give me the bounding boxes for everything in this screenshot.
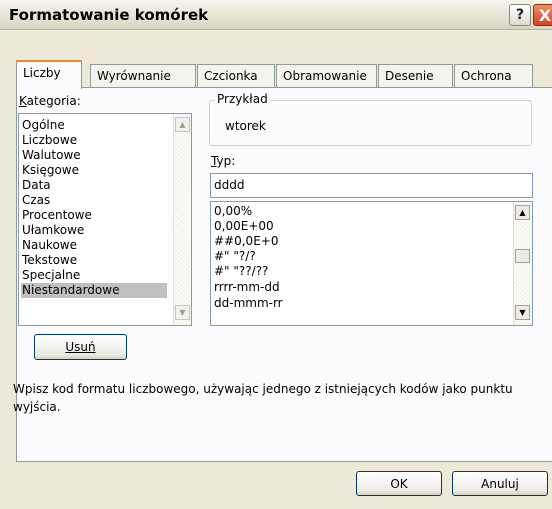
scroll-down-icon[interactable]: ▼	[175, 305, 190, 320]
list-item[interactable]: Ułamkowe	[21, 223, 84, 238]
list-item[interactable]: Naukowe	[21, 238, 77, 253]
sample-label: Przykład	[215, 92, 270, 106]
scroll-up-icon[interactable]: ▲	[515, 205, 530, 220]
close-button[interactable]: X	[533, 4, 552, 26]
tab-czcionka[interactable]: Czcionka	[197, 64, 275, 88]
format-listbox[interactable]: 0,00% 0,00E+00 ##0,0E+0 #" "?/? #" "??/?…	[210, 201, 533, 326]
type-label-text: yp:	[216, 154, 236, 168]
type-input[interactable]: dddd	[210, 173, 533, 198]
tab-ochrona[interactable]: Ochrona	[454, 64, 533, 88]
category-scrollbar[interactable]: ▲ ▼	[173, 114, 191, 325]
list-item[interactable]: Liczbowe	[21, 133, 77, 148]
list-item[interactable]: Księgowe	[21, 163, 79, 178]
list-item[interactable]: Procentowe	[21, 208, 92, 223]
delete-button-label: Usuń	[65, 340, 96, 354]
cancel-button-label: Anuluj	[481, 476, 519, 491]
category-label: Kategoria:	[19, 94, 81, 108]
list-item[interactable]: Ogólne	[21, 118, 65, 133]
format-scrollbar[interactable]: ▲ ▼	[513, 202, 532, 325]
tab-liczby[interactable]: Liczby	[16, 60, 82, 89]
type-label: Typ:	[211, 154, 236, 168]
list-item[interactable]: Walutowe	[21, 148, 81, 163]
title-bar[interactable]: Formatowanie komórek ? X	[0, 0, 552, 30]
scroll-up-icon[interactable]: ▲	[175, 117, 190, 132]
format-description: Wpisz kod formatu liczbowego, używając j…	[13, 382, 513, 414]
help-icon: ?	[515, 7, 525, 23]
cancel-button[interactable]: Anuluj	[452, 471, 548, 496]
ok-button-label: OK	[390, 476, 408, 491]
list-item[interactable]: Specjalne	[21, 268, 80, 283]
list-item[interactable]: rrrr-mm-dd	[213, 280, 280, 295]
scroll-thumb[interactable]	[515, 249, 530, 263]
sample-value: wtorek	[225, 119, 266, 133]
list-item-selected[interactable]: Niestandardowe	[21, 283, 167, 298]
tab-obramowanie[interactable]: Obramowanie	[276, 64, 377, 88]
tab-desenie[interactable]: Desenie	[378, 64, 453, 88]
tab-panel-liczby: Kategoria: Ogólne Liczbowe Walutowe Księ…	[13, 87, 552, 462]
list-item[interactable]: Tekstowe	[21, 253, 77, 268]
list-item[interactable]: #" "??/??	[213, 264, 268, 279]
ok-button[interactable]: OK	[356, 471, 442, 496]
tab-wyrownanie[interactable]: Wyrównanie	[90, 64, 196, 88]
close-icon: X	[538, 5, 552, 25]
scroll-down-icon[interactable]: ▼	[515, 305, 530, 320]
help-button[interactable]: ?	[509, 4, 531, 26]
list-item[interactable]: dd-mmm-rr	[213, 296, 283, 311]
list-item[interactable]: 0,00E+00	[213, 219, 274, 234]
list-item[interactable]: Data	[21, 178, 51, 193]
list-item[interactable]: ##0,0E+0	[213, 234, 278, 249]
category-label-text: ategoria:	[26, 94, 81, 108]
delete-button[interactable]: Usuń	[34, 334, 127, 360]
list-item[interactable]: 0,00%	[213, 204, 252, 219]
list-item[interactable]: Czas	[21, 193, 50, 208]
category-listbox[interactable]: Ogólne Liczbowe Walutowe Księgowe Data C…	[18, 113, 192, 326]
list-item[interactable]: #" "?/?	[213, 249, 256, 264]
window-title: Formatowanie komórek	[9, 6, 209, 24]
